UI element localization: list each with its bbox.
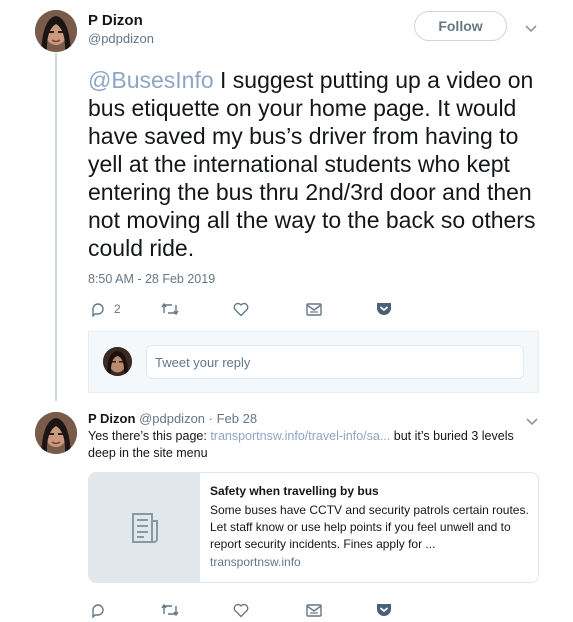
retweet-icon	[161, 302, 179, 316]
like-action[interactable]	[233, 302, 249, 317]
card-description: Some buses have CCTV and security patrol…	[210, 503, 529, 551]
reply-text: Yes there’s this page: transportnsw.info…	[88, 428, 538, 462]
retweet-action[interactable]	[161, 302, 179, 316]
heart-icon	[233, 603, 249, 618]
like-action-2[interactable]	[233, 603, 249, 618]
reply-author-handle[interactable]: @pdpdizon	[139, 411, 205, 426]
reply-date[interactable]: Feb 28	[217, 411, 257, 426]
timestamp[interactable]: 8:50 AM - 28 Feb 2019	[88, 272, 215, 286]
tweet-text: @BusesInfo I suggest putting up a video …	[88, 66, 548, 262]
envelope-icon	[306, 604, 322, 617]
pocket-icon	[377, 303, 391, 315]
card-title: Safety when travelling by bus	[210, 484, 379, 498]
retweet-icon	[161, 603, 179, 617]
reply-icon	[92, 303, 104, 317]
reply-date-separator: ·	[205, 411, 217, 426]
reply-author-name[interactable]: P Dizon	[88, 411, 135, 426]
reply-input[interactable]: Tweet your reply	[146, 345, 524, 379]
retweet-action-2[interactable]	[161, 603, 179, 617]
reply-action[interactable]: 2	[90, 301, 121, 317]
card-domain: transportnsw.info	[210, 555, 301, 569]
envelope-icon	[306, 303, 322, 316]
save-action[interactable]	[376, 301, 392, 316]
reply-link[interactable]: transportnsw.info/travel-info/sa...	[210, 429, 390, 443]
author-name[interactable]: P Dizon	[88, 12, 143, 29]
chevron-down-icon[interactable]	[525, 22, 537, 36]
reply-action-2[interactable]	[90, 602, 106, 618]
my-avatar	[103, 347, 132, 376]
link-card[interactable]: Safety when travelling by bus Some buses…	[88, 472, 539, 583]
dm-action-2[interactable]	[306, 604, 322, 617]
reply-avatar[interactable]	[35, 412, 77, 454]
reply-header: P Dizon @pdpdizon · Feb 28	[88, 411, 257, 426]
reply-icon	[92, 604, 104, 618]
author-handle[interactable]: @pdpdizon	[88, 31, 154, 46]
mention-link[interactable]: @BusesInfo	[88, 67, 214, 93]
tweet-body: I suggest putting up a video on bus etiq…	[88, 67, 536, 261]
thread-line	[55, 53, 57, 401]
dm-action[interactable]	[306, 303, 322, 316]
card-thumbnail	[89, 473, 200, 582]
save-action-2[interactable]	[376, 602, 392, 617]
reply-text-before: Yes there’s this page:	[88, 429, 211, 443]
document-icon	[131, 512, 158, 543]
chevron-down-icon[interactable]	[526, 415, 538, 429]
pocket-icon	[377, 604, 391, 616]
follow-button[interactable]: Follow	[414, 11, 507, 41]
heart-icon	[233, 302, 249, 317]
avatar[interactable]	[35, 10, 77, 52]
reply-count: 2	[114, 302, 121, 316]
